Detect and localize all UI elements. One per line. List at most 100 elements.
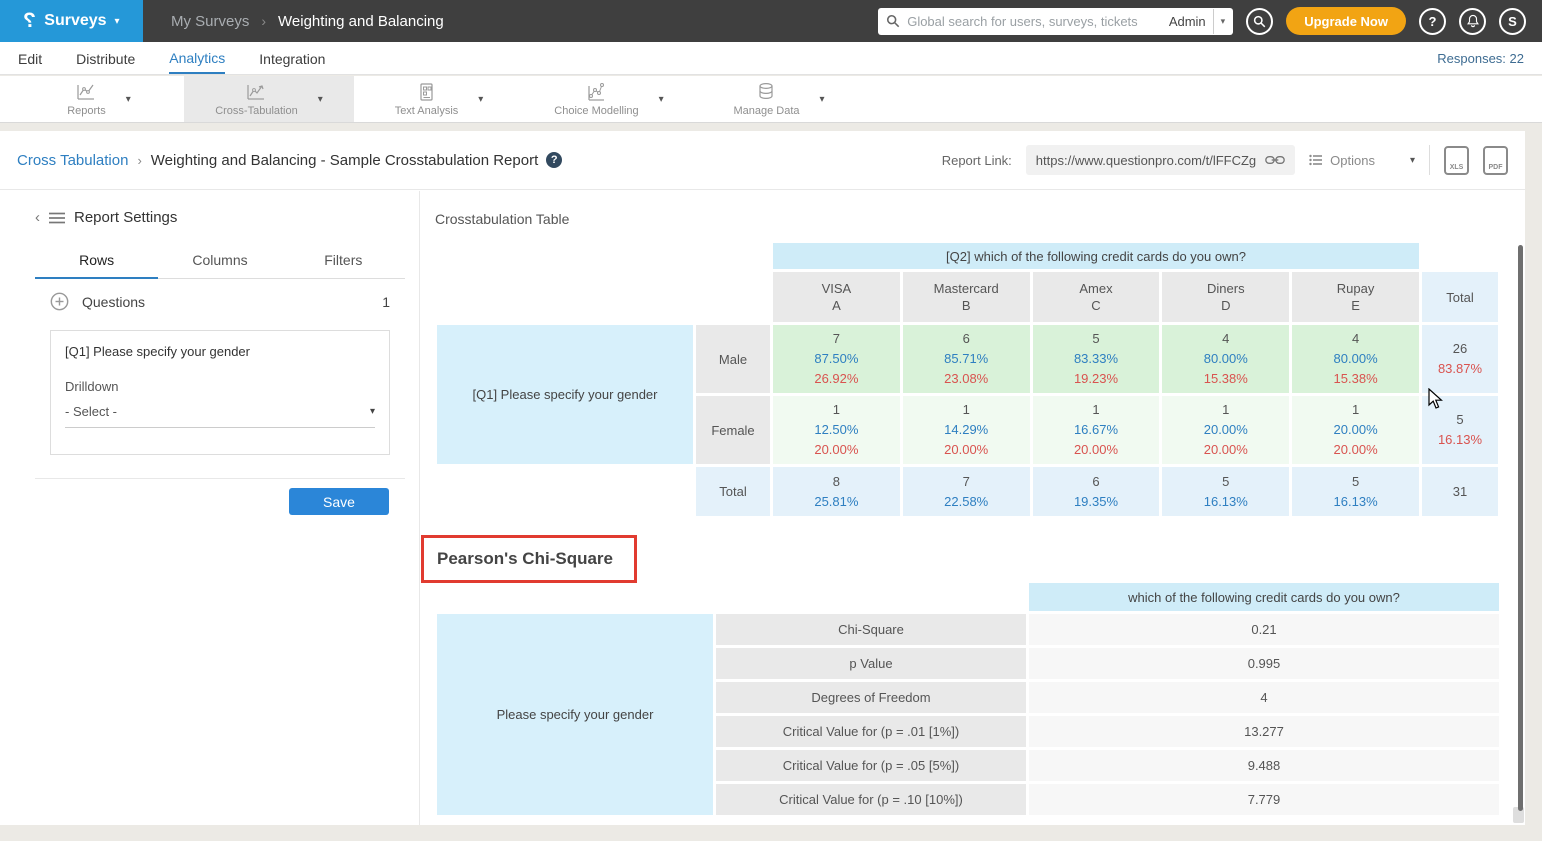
tab-filters[interactable]: Filters [282, 246, 405, 278]
menu-analytics[interactable]: Analytics [169, 43, 225, 74]
column-header: DinersD [1162, 272, 1289, 322]
hamburger-icon[interactable] [49, 212, 65, 224]
cell-row-pct: 85.71% [944, 349, 988, 369]
product-menu[interactable]: ? Surveys ▾ [0, 0, 143, 42]
menu-distribute[interactable]: Distribute [76, 44, 135, 73]
pdf-icon: PDF [1489, 164, 1503, 171]
tool-label: Choice Modelling [554, 105, 638, 117]
cell-pct: 25.81% [814, 492, 858, 512]
cell-pct: 16.13% [1438, 430, 1482, 450]
tool-text-analysis[interactable]: Text Analysis ▾ [354, 76, 524, 122]
chi-stat-value: 0.995 [1029, 648, 1499, 679]
content-panel: Cross Tabulation › Weighting and Balanci… [0, 131, 1525, 825]
scrollbar-thumb[interactable] [1518, 245, 1523, 811]
menu-integration[interactable]: Integration [259, 44, 325, 73]
search-button[interactable] [1246, 8, 1273, 35]
tool-cross-tabulation[interactable]: Cross-Tabulation ▾ [184, 76, 354, 122]
help-button[interactable]: ? [1419, 8, 1446, 35]
cell-col-pct: 20.00% [1334, 440, 1378, 460]
row-label-male: Male [696, 325, 770, 393]
cell-row-pct: 83.33% [1074, 349, 1118, 369]
divider [1213, 9, 1214, 34]
global-search[interactable]: Admin ▾ [878, 8, 1233, 35]
breadcrumb-separator-icon: › [261, 13, 266, 29]
cell-count: 1 [1092, 400, 1099, 420]
tool-manage-data[interactable]: Manage Data ▾ [694, 76, 864, 122]
cell-col-pct: 20.00% [814, 440, 858, 460]
survey-menubar: Edit Distribute Analytics Integration Re… [0, 42, 1542, 75]
cell-col-pct: 20.00% [944, 440, 988, 460]
menu-edit[interactable]: Edit [18, 44, 42, 73]
cell-count: 4 [1352, 329, 1359, 349]
chi-stat-label: p Value [716, 648, 1026, 679]
total-row-cell: 516.13% [1162, 467, 1289, 516]
trend-chart-icon [245, 81, 267, 103]
column-code: B [962, 297, 971, 314]
collapse-icon[interactable]: ‹ [35, 209, 40, 226]
add-circle-icon[interactable] [50, 292, 69, 311]
cell-count: 5 [1456, 410, 1463, 430]
cell-count: 8 [833, 472, 840, 492]
tool-choice-modelling[interactable]: Choice Modelling ▾ [524, 76, 694, 122]
divider [1429, 145, 1430, 175]
red-annotation-box: Pearson's Chi-Square [421, 535, 637, 583]
cell-row-pct: 12.50% [814, 420, 858, 440]
upgrade-button[interactable]: Upgrade Now [1286, 7, 1406, 35]
questions-count-badge: 1 [382, 294, 390, 310]
cell-col-pct: 15.38% [1204, 369, 1248, 389]
search-input[interactable] [907, 14, 1162, 29]
list-icon [1309, 154, 1323, 166]
options-menu[interactable]: Options ▾ [1309, 153, 1415, 168]
chevron-down-icon[interactable]: ▾ [318, 94, 323, 105]
crosstab-cell: 480.00%15.38% [1292, 325, 1419, 393]
tab-columns[interactable]: Columns [158, 246, 281, 278]
avatar[interactable]: S [1499, 8, 1526, 35]
notifications-button[interactable] [1459, 8, 1486, 35]
help-icon[interactable]: ? [546, 152, 562, 168]
tool-label: Text Analysis [395, 105, 459, 117]
tool-reports[interactable]: Reports ▾ [14, 76, 184, 122]
column-code: A [832, 297, 841, 314]
chi-stat-label: Critical Value for (p = .05 [5%]) [716, 750, 1026, 781]
product-name: Surveys [44, 12, 106, 30]
tab-rows[interactable]: Rows [35, 246, 158, 279]
crosstab-question-banner: [Q2] which of the following credit cards… [773, 243, 1419, 269]
export-xls-button[interactable]: XLS [1444, 146, 1469, 175]
total-row-cell: 619.35% [1033, 467, 1160, 516]
drilldown-select[interactable]: - Select - ▾ [65, 404, 375, 428]
divider [35, 478, 405, 479]
export-pdf-button[interactable]: PDF [1483, 146, 1508, 175]
chi-stat-label: Degrees of Freedom [716, 682, 1026, 713]
sidebar-title: Report Settings [74, 209, 177, 226]
breadcrumb-cross-tabulation[interactable]: Cross Tabulation [17, 152, 128, 169]
question-card[interactable]: [Q1] Please specify your gender Drilldow… [50, 330, 390, 455]
cell-col-pct: 15.38% [1334, 369, 1378, 389]
nav-my-surveys[interactable]: My Surveys [171, 13, 249, 30]
search-icon [886, 14, 900, 28]
save-button[interactable]: Save [289, 488, 389, 515]
chi-stat-value: 7.779 [1029, 784, 1499, 815]
column-header: RupayE [1292, 272, 1419, 322]
chevron-down-icon[interactable]: ▾ [1221, 16, 1226, 27]
crosstab-cell: 685.71%23.08% [903, 325, 1030, 393]
chi-row-header: Please specify your gender [437, 614, 713, 815]
report-url[interactable]: https://www.questionpro.com/t/lFFCZg [1036, 153, 1256, 168]
responses-count[interactable]: Responses: 22 [1437, 51, 1524, 66]
column-header: AmexC [1033, 272, 1160, 322]
column-name: Mastercard [934, 280, 999, 297]
cell-row-pct: 20.00% [1334, 420, 1378, 440]
cell-row-pct: 16.67% [1074, 420, 1118, 440]
chevron-down-icon[interactable]: ▾ [126, 94, 131, 105]
column-name: Amex [1079, 280, 1112, 297]
column-header: MastercardB [903, 272, 1030, 322]
crosstab-cell: 114.29%20.00% [903, 396, 1030, 464]
crosstab-cell: 120.00%20.00% [1292, 396, 1419, 464]
chevron-down-icon[interactable]: ▾ [478, 94, 483, 105]
questions-label: Questions [82, 294, 145, 310]
chevron-down-icon[interactable]: ▾ [659, 94, 664, 105]
report-link-box[interactable]: https://www.questionpro.com/t/lFFCZg [1026, 145, 1295, 175]
row-label-female: Female [696, 396, 770, 464]
chevron-down-icon[interactable]: ▾ [820, 94, 825, 105]
row-total-cell: 2683.87% [1422, 325, 1498, 393]
search-scope-label[interactable]: Admin [1169, 14, 1206, 29]
